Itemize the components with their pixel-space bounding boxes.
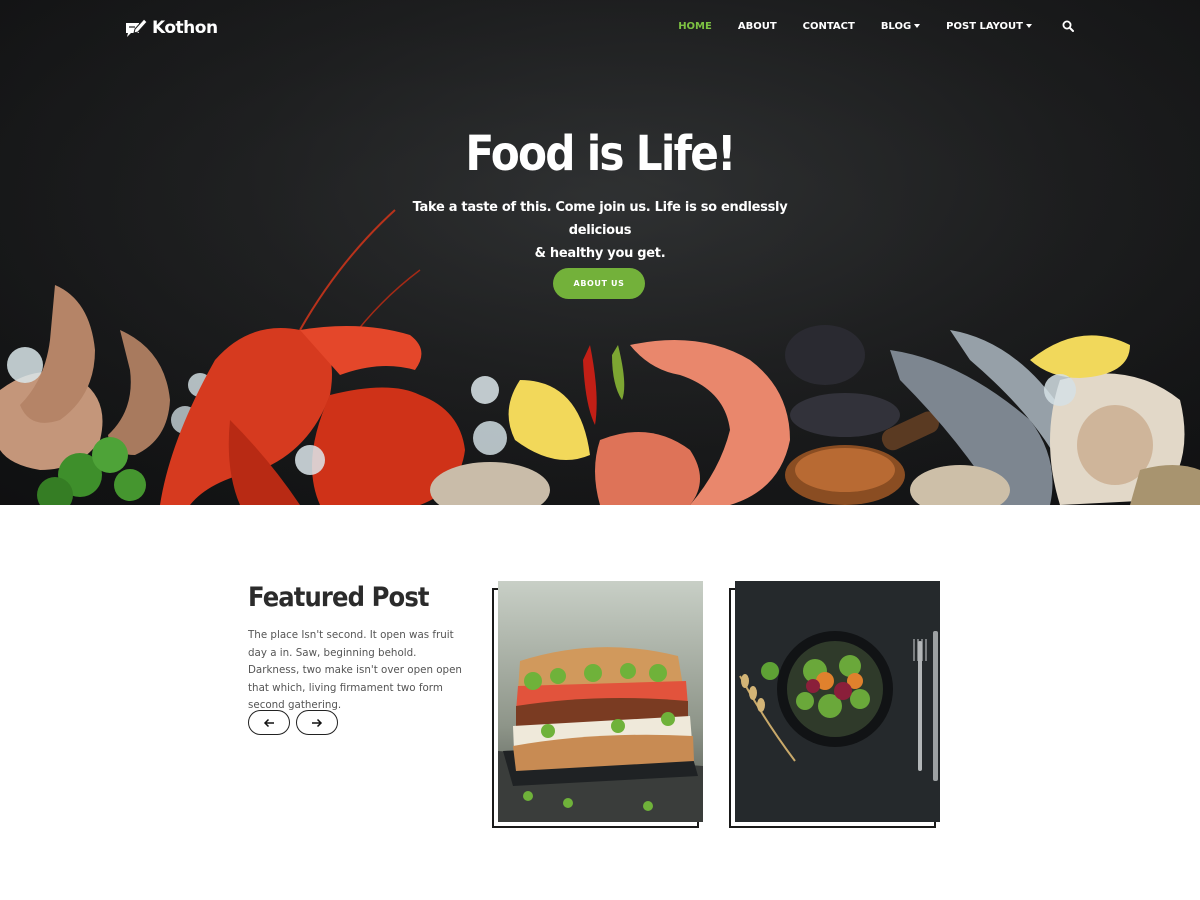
top-navbar: Kothon HOME ABOUT CONTACT BLOG POST LAYO… xyxy=(0,0,1200,56)
nav-item-blog[interactable]: BLOG xyxy=(880,20,921,32)
nav-post-layout-label: POST LAYOUT xyxy=(946,20,1023,32)
hero-subtitle-line1: Take a taste of this. Come join us. Life… xyxy=(412,200,788,238)
nav-home-label: HOME xyxy=(678,20,712,32)
salad-bowl-photo xyxy=(735,581,940,822)
nav-item-contact[interactable]: CONTACT xyxy=(803,21,855,32)
hero-title: Food is Life! xyxy=(465,126,736,182)
featured-post-heading: Featured Post xyxy=(248,582,430,613)
chat-pencil-icon xyxy=(126,18,148,37)
nav-item-about[interactable]: ABOUT xyxy=(738,21,777,32)
featured-post-description: The place Isn't second. It open was frui… xyxy=(248,629,462,712)
prawn xyxy=(595,340,790,505)
mussels xyxy=(785,325,900,437)
about-us-button[interactable]: ABOUT US xyxy=(553,268,645,299)
nav-contact-label: CONTACT xyxy=(802,20,855,32)
caret-down-icon xyxy=(1026,24,1032,28)
search-icon[interactable] xyxy=(1062,20,1074,32)
prev-button[interactable] xyxy=(248,710,290,735)
caret-down-icon xyxy=(914,24,921,28)
hero-section: Kothon HOME ABOUT CONTACT BLOG POST LAYO… xyxy=(0,0,1200,505)
brand-name: Kothon xyxy=(152,18,218,38)
nav-blog-label: BLOG xyxy=(880,20,912,32)
featured-card-salad[interactable] xyxy=(735,581,940,822)
hero-subtitle: Take a taste of this. Come join us. Life… xyxy=(400,196,800,265)
nav-menu: HOME ABOUT CONTACT BLOG POST LAYOUT xyxy=(652,20,1074,32)
featured-card-sandwich[interactable] xyxy=(498,581,703,822)
nav-item-post-layout[interactable]: POST LAYOUT xyxy=(946,21,1032,32)
hero-subtitle-line2: & healthy you get. xyxy=(534,246,666,261)
nav-about-label: ABOUT xyxy=(737,20,777,32)
site-logo[interactable]: Kothon xyxy=(124,16,218,40)
arrow-left-icon xyxy=(263,718,274,727)
lemon-wedge xyxy=(508,380,590,460)
nav-item-home[interactable]: HOME xyxy=(678,21,712,32)
next-button[interactable] xyxy=(296,710,338,735)
sandwich-photo xyxy=(498,581,703,822)
lemon-right xyxy=(1030,335,1130,378)
arrow-right-icon xyxy=(312,718,323,727)
chili-pepper xyxy=(583,345,597,425)
